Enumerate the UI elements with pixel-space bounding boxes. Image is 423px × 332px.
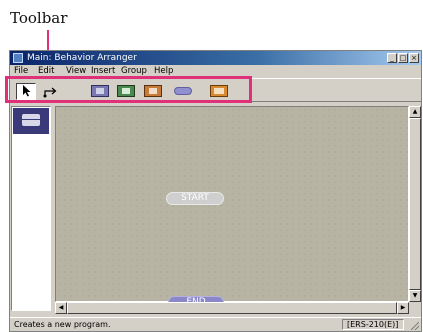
toolbar-callout-label: Toolbar	[10, 9, 68, 27]
vertical-scroll-thumb[interactable]	[409, 118, 421, 290]
resize-grip-icon[interactable]	[411, 322, 419, 330]
maximize-button[interactable]: □	[398, 53, 408, 63]
toolbar-highlight-box	[5, 76, 252, 103]
robot-model-indicator: [ERS-210(E)]	[342, 319, 404, 330]
node-chip-icon	[22, 114, 40, 126]
scroll-left-icon[interactable]: ◀	[55, 302, 67, 314]
behavior-canvas[interactable]: START END	[55, 106, 409, 309]
close-button[interactable]: ×	[409, 53, 419, 63]
scroll-down-icon[interactable]: ▼	[409, 290, 421, 302]
scroll-up-icon[interactable]: ▲	[409, 106, 421, 118]
start-node[interactable]: START	[166, 192, 224, 205]
status-bar: Creates a new program. [ERS-210(E)]	[10, 317, 421, 332]
scroll-right-icon[interactable]: ▶	[397, 302, 409, 314]
vertical-scrollbar[interactable]: ▲ ▼	[409, 106, 421, 302]
title-bar[interactable]: Main: Behavior Arranger _ □ ×	[10, 51, 421, 65]
node-palette	[11, 106, 51, 311]
palette-item-selected[interactable]	[13, 108, 49, 134]
window-title: Main: Behavior Arranger	[27, 53, 137, 63]
app-icon	[13, 53, 23, 63]
minimize-button[interactable]: _	[387, 53, 397, 63]
horizontal-scroll-thumb[interactable]	[67, 302, 397, 314]
horizontal-scrollbar[interactable]: ◀ ▶	[55, 302, 409, 314]
status-message: Creates a new program.	[14, 320, 111, 329]
